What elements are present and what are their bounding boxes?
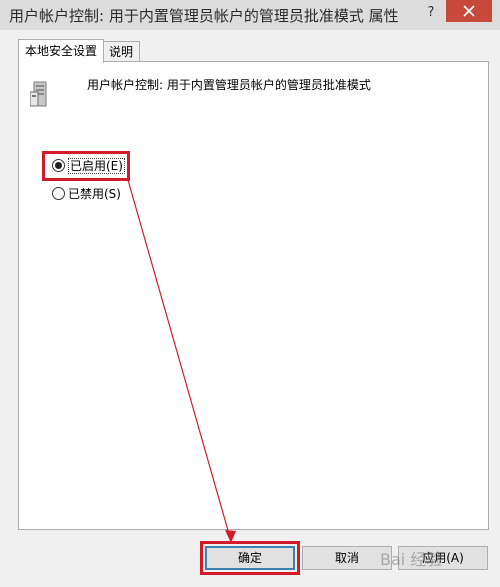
highlight-enabled-box [42, 151, 130, 181]
highlight-ok-box [200, 541, 300, 575]
radio-disabled[interactable]: 已禁用(S) [52, 185, 121, 203]
server-policy-icon [30, 81, 47, 107]
tab-explain[interactable]: 说明 [102, 41, 141, 62]
radio-unselected-icon [52, 187, 65, 200]
watermark: Bai 经验 [380, 550, 443, 569]
close-button[interactable] [446, 0, 492, 22]
title-bar[interactable]: 用户帐户控制: 用于内置管理员帐户的管理员批准模式 属性 ? [0, 0, 500, 30]
close-icon [463, 5, 475, 17]
radio-disabled-label: 已禁用(S) [68, 187, 121, 201]
tab-panel [18, 61, 489, 530]
cancel-button[interactable]: 取消 [302, 546, 392, 570]
window-title: 用户帐户控制: 用于内置管理员帐户的管理员批准模式 属性 [9, 7, 399, 25]
policy-name: 用户帐户控制: 用于内置管理员帐户的管理员批准模式 [87, 78, 371, 92]
help-button[interactable]: ? [423, 4, 439, 22]
tab-local-security-setting[interactable]: 本地安全设置 [18, 39, 105, 63]
